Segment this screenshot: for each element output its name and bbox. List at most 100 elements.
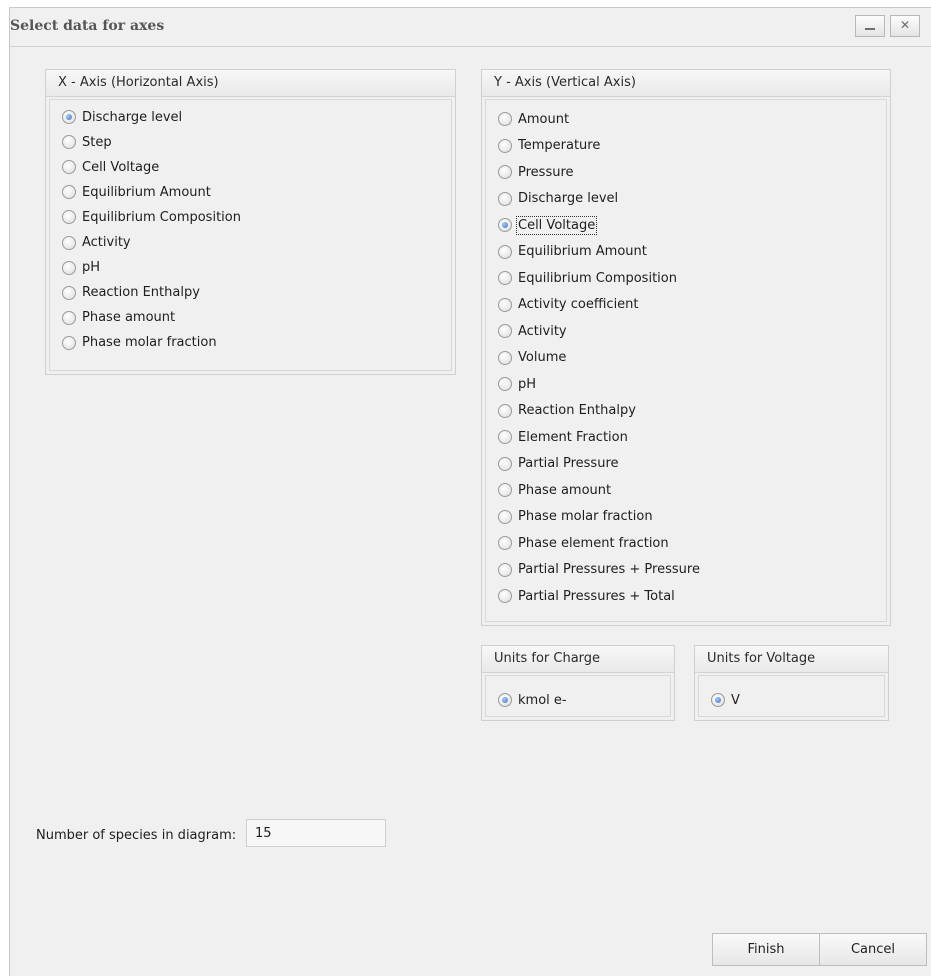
radio-option[interactable]: Cell Voltage [498,215,598,235]
radio-label: Temperature [518,138,601,153]
window-title: Select data for axes [10,18,165,34]
radio-label: Volume [518,350,567,365]
minimize-button[interactable] [855,15,885,37]
radio-label: Reaction Enthalpy [518,403,636,418]
radio-button[interactable] [498,483,512,497]
radio-button[interactable] [498,271,512,285]
radio-option[interactable]: Activity [62,234,131,252]
radio-option[interactable]: Phase element fraction [498,534,669,552]
radio-button[interactable] [62,135,76,150]
radio-label: Pressure [518,164,574,180]
y-axis-options: Amount Temperature Pressure Discharge level… [485,99,887,622]
radio-label: pH [518,376,537,392]
radio-option[interactable]: Phase amount [498,481,611,499]
radio-button[interactable] [498,589,512,603]
y-axis-group: Y - Axis (Vertical Axis) Amount Temperatu… [481,69,891,626]
radio-button[interactable] [498,536,512,550]
units-charge-group: Units for Charge kmol e- [481,645,675,721]
radio-option[interactable]: pH [498,375,536,393]
radio-option[interactable]: Pressure [498,163,574,181]
radio-option[interactable]: Phase amount [62,309,175,327]
radio-button[interactable] [62,210,76,225]
radio-option[interactable]: Discharge level [498,190,618,208]
radio-label: Amount [518,111,570,127]
units-voltage-group: Units for Voltage V [694,645,889,721]
radio-option[interactable]: Cell Voltage [62,158,159,176]
radio-button[interactable] [62,185,76,200]
radio-label: Phase molar fraction [82,335,217,351]
radio-button[interactable] [498,191,512,206]
radio-button[interactable] [62,285,76,300]
radio-button[interactable] [498,138,512,153]
radio-button-checked[interactable] [498,218,512,232]
radio-button[interactable] [498,112,512,126]
radio-label: pH [82,260,101,276]
radio-option[interactable]: Partial Pressures + Pressure [498,561,700,579]
units-voltage-header: Units for Voltage [695,646,888,673]
radio-option[interactable]: Volume [498,349,566,367]
radio-label: Equilibrium Amount [518,244,647,259]
radio-button[interactable] [62,260,76,275]
radio-option[interactable]: Equilibrium Composition [498,269,677,287]
radio-option[interactable]: Phase molar fraction [62,334,217,352]
radio-button[interactable] [498,165,512,179]
title-bar: Select data for axes ✕ [10,8,931,47]
radio-button[interactable] [498,562,512,577]
radio-option[interactable]: Reaction Enthalpy [498,402,636,420]
radio-button[interactable] [62,310,76,325]
radio-option[interactable]: Activity coefficient [498,296,639,314]
radio-label: V [731,692,740,708]
radio-option[interactable]: Equilibrium Composition [62,208,241,226]
radio-button[interactable] [498,456,512,471]
radio-option[interactable]: pH [62,259,100,277]
radio-button[interactable] [498,377,512,391]
radio-button-checked[interactable] [711,693,725,707]
radio-option-kmol[interactable]: kmol e- [498,691,567,709]
radio-button-checked[interactable] [498,693,512,707]
minimize-icon [865,28,875,30]
radio-option-v[interactable]: V [711,691,740,709]
units-charge-options: kmol e- [485,675,671,717]
radio-label: Cell Voltage [515,215,598,235]
radio-button[interactable] [498,509,512,524]
radio-button[interactable] [498,244,512,259]
radio-option[interactable]: Element Fraction [498,428,628,446]
finish-button[interactable]: Finish [712,933,820,966]
radio-label: Equilibrium Amount [82,184,211,200]
radio-option[interactable]: Equilibrium Amount [62,183,211,201]
radio-option[interactable]: Step [62,133,112,151]
cancel-button[interactable]: Cancel [819,933,927,966]
radio-label: Phase amount [82,310,176,326]
radio-button[interactable] [498,324,512,338]
radio-option[interactable]: Reaction Enthalpy [62,284,200,302]
radio-option[interactable]: Partial Pressure [498,455,619,473]
radio-button[interactable] [62,335,76,350]
radio-option[interactable]: Phase molar fraction [498,508,653,526]
radio-option[interactable]: Amount [498,110,569,128]
radio-label: Discharge level [82,109,183,125]
radio-button[interactable] [498,403,512,418]
radio-button[interactable] [62,235,76,250]
radio-button[interactable] [498,297,512,312]
radio-label: Activity [518,323,567,339]
radio-label: Phase element fraction [518,535,669,551]
radio-label: kmol e- [518,692,567,708]
radio-button[interactable] [498,350,512,365]
close-icon: ✕ [899,18,911,32]
y-axis-header: Y - Axis (Vertical Axis) [482,70,890,97]
radio-option[interactable]: Temperature [498,137,600,155]
radio-label: Partial Pressures + Pressure [518,562,700,577]
radio-button[interactable] [62,160,76,175]
radio-button[interactable] [498,430,512,444]
radio-option[interactable]: Discharge level [62,108,182,126]
radio-option[interactable]: Partial Pressures + Total [498,587,675,605]
radio-label: Equilibrium Composition [518,270,677,286]
radio-button-checked[interactable] [62,110,76,124]
radio-label: Partial Pressure [518,456,619,471]
species-count-input[interactable] [246,819,386,847]
radio-label: Activity coefficient [518,297,639,312]
radio-option[interactable]: Activity [498,322,567,340]
radio-label: Phase amount [518,482,612,498]
radio-option[interactable]: Equilibrium Amount [498,243,647,261]
close-button[interactable]: ✕ [890,15,920,37]
